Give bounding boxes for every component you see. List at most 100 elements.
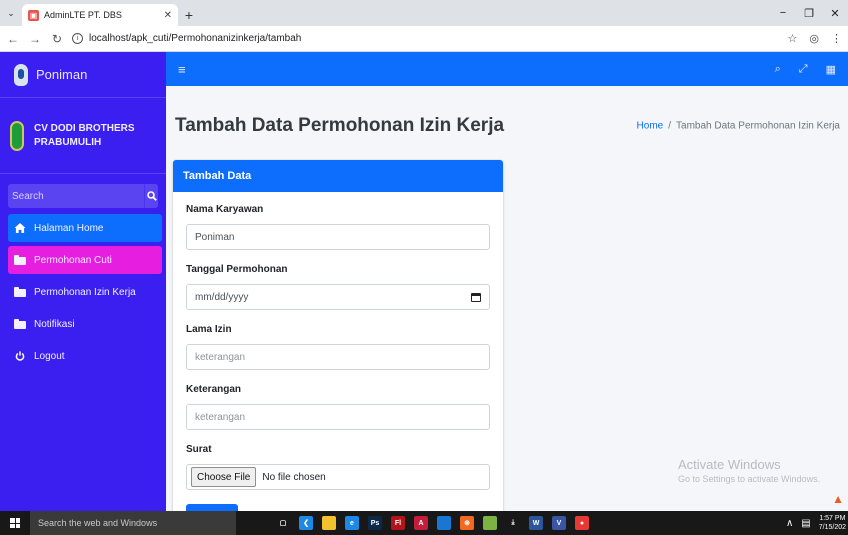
- nama-karyawan-field[interactable]: Poniman: [186, 224, 490, 250]
- lama-izin-label: Lama Izin: [186, 324, 232, 335]
- hamburger-menu-icon[interactable]: ≡: [178, 62, 186, 77]
- submit-button[interactable]: [186, 504, 238, 511]
- taskbar-clock[interactable]: 1:57 PM 7/15/202: [819, 514, 846, 532]
- folder-icon: [14, 319, 26, 329]
- browser-tab-bar: ⌄ ▣ AdminLTE PT. DBS ✕ + − ❐ ✕: [0, 0, 848, 26]
- new-tab-button[interactable]: +: [178, 4, 200, 26]
- taskbar-apps: ▢ ❮ e Ps Fl A ⊗ ⤓ W V ●: [276, 516, 589, 530]
- top-navbar: ≡ ⌕ ⤢ ▦: [166, 52, 848, 86]
- vscode-icon[interactable]: ❮: [299, 516, 313, 530]
- start-button[interactable]: [0, 511, 30, 535]
- tanggal-permohonan-label: Tanggal Permohonan: [186, 264, 288, 275]
- flash-icon[interactable]: Fl: [391, 516, 405, 530]
- visio-icon[interactable]: V: [552, 516, 566, 530]
- reload-icon[interactable]: ↻: [50, 32, 64, 46]
- back-icon[interactable]: ←: [6, 32, 20, 46]
- power-icon: [15, 351, 25, 361]
- sidebar-item-label: Notifikasi: [34, 318, 75, 330]
- sidebar-item-halaman-home[interactable]: Halaman Home: [8, 214, 162, 242]
- windows-taskbar: Search the web and Windows ▢ ❮ e Ps Fl A ⊗ ⤓ W V ●…: [0, 511, 848, 535]
- company-name: CV DODI BROTHERS PRABUMULIH: [34, 122, 135, 150]
- taskbar-search-box[interactable]: Search the web and Windows: [30, 511, 236, 535]
- task-view-icon[interactable]: ▢: [276, 516, 290, 530]
- browser-tab[interactable]: ▣ AdminLTE PT. DBS ✕: [22, 4, 178, 26]
- brand-logo-icon: [14, 63, 28, 86]
- sidebar-item-label: Logout: [34, 350, 65, 362]
- watermark-subtitle: Go to Settings to activate Windows.: [678, 474, 821, 484]
- tray-chevron-icon[interactable]: ∧: [786, 518, 793, 529]
- navbar-search-icon[interactable]: ⌕: [775, 63, 781, 76]
- bookmark-star-icon[interactable]: ☆: [788, 32, 798, 45]
- tanggal-permohonan-field[interactable]: mm/dd/yyyy: [186, 284, 490, 310]
- word-icon[interactable]: W: [529, 516, 543, 530]
- edge-icon[interactable]: e: [345, 516, 359, 530]
- folder-icon: [14, 287, 26, 297]
- company-panel: CV DODI BROTHERS PRABUMULIH: [0, 98, 166, 174]
- url-field[interactable]: i localhost/apk_cuti/Permohonanizinkerja…: [72, 29, 780, 49]
- window-controls: − ❐ ✕: [770, 0, 848, 26]
- file-status: No file chosen: [262, 471, 326, 483]
- admin-app: Poniman CV DODI BROTHERS PRABUMULIH Sear…: [0, 52, 848, 511]
- activate-windows-watermark: Activate Windows Go to Settings to activ…: [678, 457, 820, 484]
- permohonan-form: Nama Karyawan Poniman Tanggal Permohonan…: [173, 192, 503, 490]
- search-icon: [146, 191, 157, 201]
- clock-date: 7/15/202: [818, 524, 846, 531]
- sidebar-item-notifikasi[interactable]: Notifikasi: [8, 310, 162, 338]
- adminlte-favicon-icon: ▣: [28, 9, 39, 21]
- sidebar-search-input[interactable]: [8, 184, 144, 208]
- profile-icon[interactable]: ◎: [809, 32, 819, 45]
- watermark-title: Activate Windows: [678, 457, 781, 472]
- control-sidebar-icon[interactable]: ▦: [826, 63, 836, 76]
- keterangan-field[interactable]: keterangan: [186, 404, 490, 430]
- page-title: Tambah Data Permohonan Izin Kerja: [175, 115, 505, 136]
- site-info-icon[interactable]: i: [72, 33, 83, 44]
- windows-logo-icon: [10, 518, 20, 528]
- address-bar: ← → ↻ i localhost/apk_cuti/Permohonanizi…: [0, 26, 848, 52]
- lama-izin-field[interactable]: keterangan: [186, 344, 490, 370]
- sidebar-item-logout[interactable]: Logout: [8, 342, 162, 370]
- photoshop-icon[interactable]: Ps: [368, 516, 382, 530]
- sidebar: Poniman CV DODI BROTHERS PRABUMULIH Sear…: [0, 52, 166, 511]
- breadcrumb: Home / Tambah Data Permohonan Izin Kerja: [637, 121, 840, 132]
- tab-search-dropdown-icon[interactable]: ⌄: [0, 0, 22, 26]
- restore-icon[interactable]: ❐: [796, 0, 822, 26]
- clock-time: 1:57 PM: [819, 515, 846, 522]
- folder-icon: [14, 255, 26, 265]
- brand-link[interactable]: Poniman: [0, 52, 166, 98]
- calendar-icon[interactable]: [471, 292, 481, 302]
- date-placeholder: mm/dd/yyyy: [195, 291, 249, 303]
- close-window-icon[interactable]: ✕: [822, 0, 848, 26]
- sidebar-search: [8, 184, 158, 208]
- card-header: Tambah Data: [173, 160, 503, 192]
- sidebar-search-button[interactable]: [144, 184, 158, 208]
- nama-karyawan-label: Nama Karyawan: [186, 204, 264, 215]
- content-wrapper: Tambah Data Permohonan Izin Kerja Home /…: [166, 86, 848, 511]
- chrome-icon[interactable]: ●: [575, 516, 589, 530]
- breadcrumb-current: Tambah Data Permohonan Izin Kerja: [676, 120, 840, 132]
- browser-menu-icon[interactable]: ⋮: [831, 32, 842, 45]
- tab-close-icon[interactable]: ✕: [164, 10, 172, 21]
- notification-icon[interactable]: ▤: [801, 518, 810, 529]
- sidebar-item-permohonan-cuti[interactable]: Permohonan Cuti: [8, 246, 162, 274]
- breadcrumb-home-link[interactable]: Home: [637, 121, 664, 132]
- box-app-icon[interactable]: [437, 516, 451, 530]
- sidebar-item-label: Permohonan Cuti: [34, 254, 112, 266]
- xampp-icon[interactable]: ⊗: [460, 516, 474, 530]
- keterangan-label: Keterangan: [186, 384, 242, 395]
- file-explorer-icon[interactable]: [322, 516, 336, 530]
- flame-icon[interactable]: ▲: [832, 492, 844, 506]
- sidebar-item-permohonan-izin-kerja[interactable]: Permohonan Izin Kerja: [8, 278, 162, 306]
- acrobat-icon[interactable]: A: [414, 516, 428, 530]
- download-icon[interactable]: ⤓: [506, 516, 520, 530]
- brand-name: Poniman: [36, 67, 88, 82]
- fullscreen-icon[interactable]: ⤢: [799, 63, 808, 76]
- navbar-actions: ⌕ ⤢ ▦: [775, 63, 836, 76]
- home-icon: [14, 223, 26, 233]
- forward-icon[interactable]: →: [28, 32, 42, 46]
- choose-file-button[interactable]: Choose File: [191, 467, 257, 487]
- breadcrumb-separator: /: [668, 120, 672, 132]
- company-logo-icon: [10, 120, 24, 151]
- minimize-icon[interactable]: −: [770, 0, 796, 26]
- game-icon[interactable]: [483, 516, 497, 530]
- tambah-data-card: Tambah Data Nama Karyawan Poniman Tangga…: [173, 160, 503, 511]
